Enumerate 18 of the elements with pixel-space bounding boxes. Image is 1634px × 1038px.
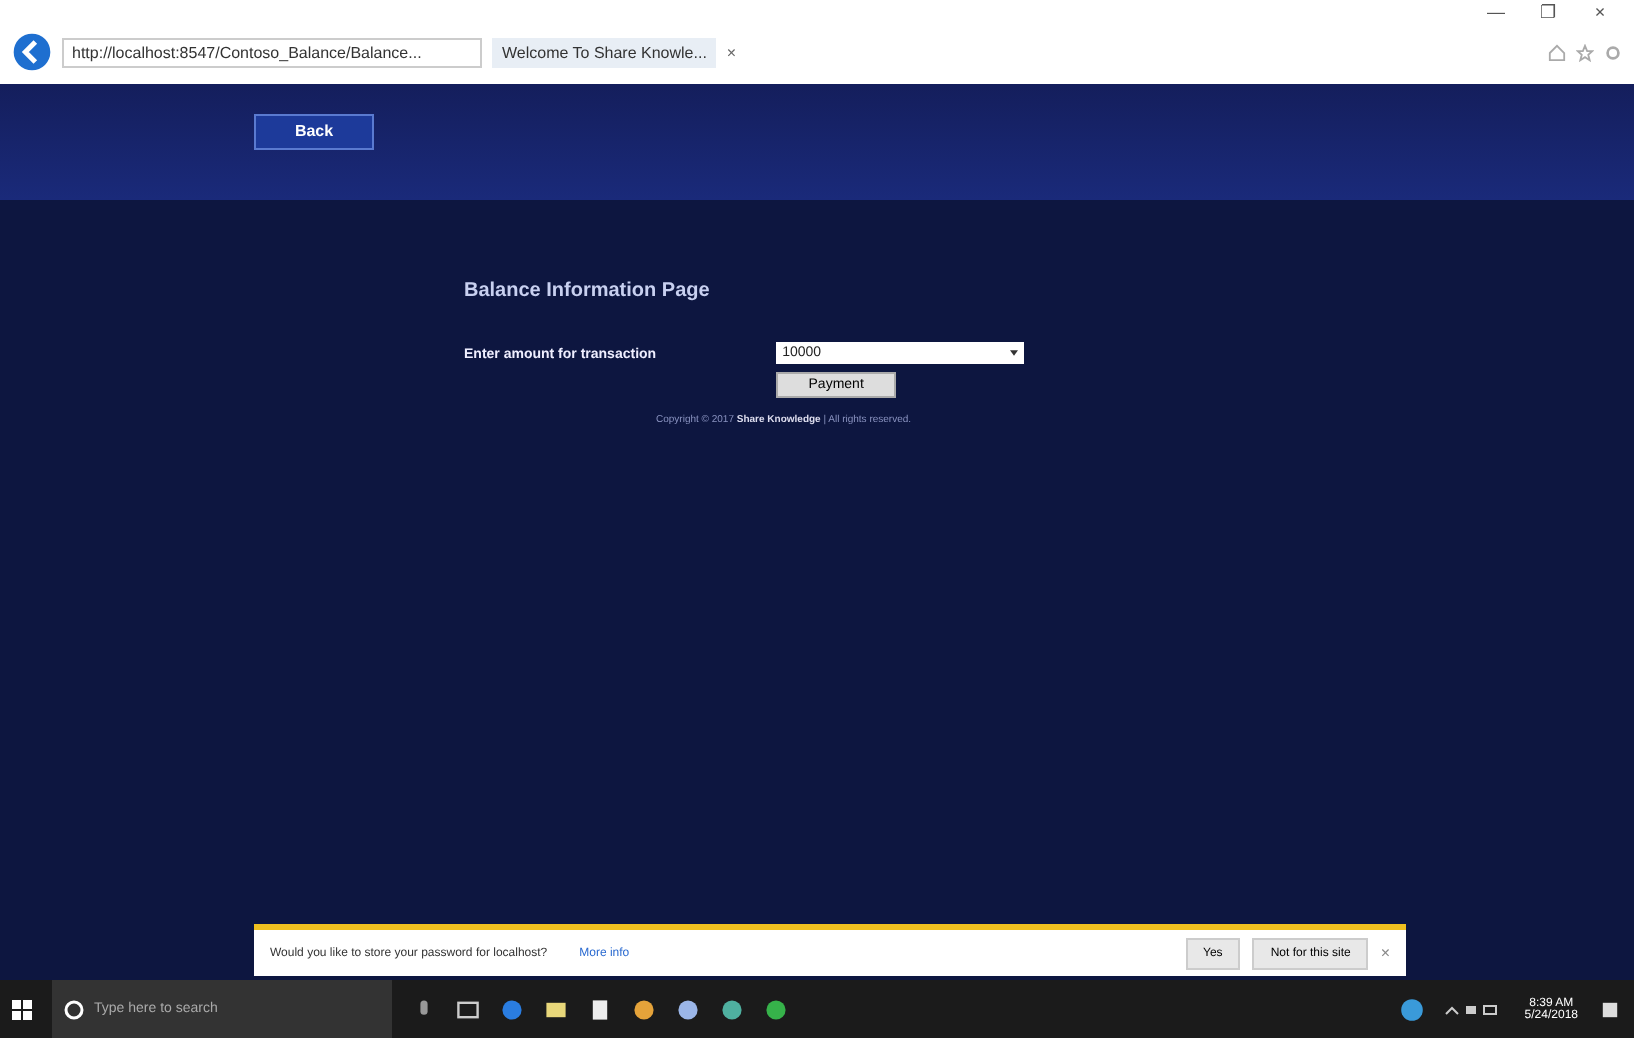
address-bar[interactable]: http://localhost:8547/Contoso_Balance/Balance... xyxy=(62,37,482,67)
folder-icon[interactable] xyxy=(544,997,568,1021)
store-icon[interactable] xyxy=(588,997,612,1021)
tab-close-button[interactable]: × xyxy=(726,43,737,61)
dropdown-caret-icon xyxy=(1010,350,1019,356)
circle-icon xyxy=(64,999,84,1019)
windows-start-icon[interactable] xyxy=(12,999,32,1019)
back-icon[interactable] xyxy=(12,32,52,72)
star-icon[interactable] xyxy=(1576,43,1594,61)
back-button[interactable]: Back xyxy=(254,113,374,149)
window-control[interactable]: × xyxy=(1578,0,1622,24)
task-view-icon[interactable] xyxy=(456,997,480,1021)
notification-icon[interactable] xyxy=(1598,997,1622,1021)
page-heading: Balance Information Page xyxy=(464,280,712,302)
window-control[interactable]: ❐ xyxy=(1526,0,1570,24)
close-button[interactable]: × xyxy=(1380,944,1390,962)
browser-tab[interactable]: Welcome To Share Knowle... xyxy=(492,37,717,67)
window-control[interactable]: — xyxy=(1474,0,1518,24)
